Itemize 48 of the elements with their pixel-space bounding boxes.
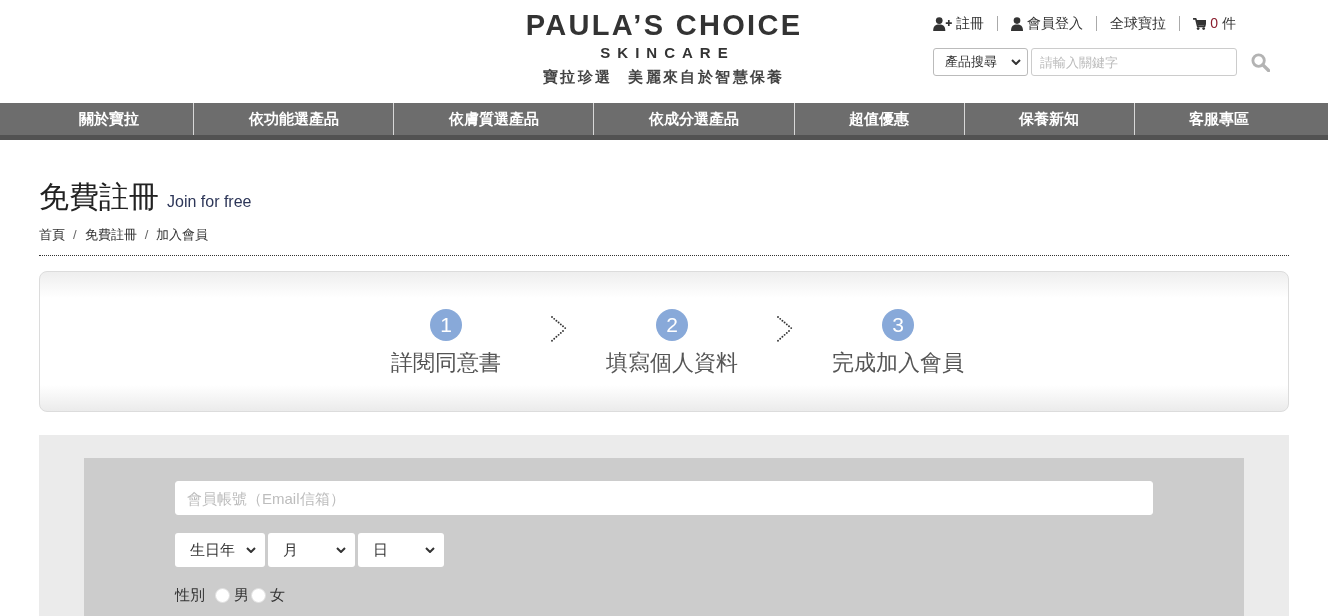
dotted-chevron-icon xyxy=(777,316,793,342)
step-label: 詳閱同意書 xyxy=(391,350,501,376)
breadcrumb-link[interactable]: 加入會員 xyxy=(156,227,209,243)
radio-button[interactable] xyxy=(215,587,230,603)
breadcrumb-link[interactable]: 首頁 xyxy=(39,227,65,243)
caret-icon xyxy=(336,547,346,553)
register-link[interactable]: 註冊 xyxy=(933,16,998,31)
step-number-badge: 1 xyxy=(430,309,462,341)
step-label: 完成加入會員 xyxy=(832,350,964,376)
user-plus-icon xyxy=(933,16,953,31)
dotted-chevron-icon xyxy=(551,316,567,342)
page-title: 免費註冊 xyxy=(39,179,159,215)
logo-subtitle: SKINCARE xyxy=(599,44,735,61)
category-select[interactable]: 產品搜尋 xyxy=(933,48,1029,76)
step-number-badge: 2 xyxy=(656,309,688,341)
day-select[interactable]: 日 xyxy=(358,533,444,567)
nav-item[interactable]: 依功能選產品 xyxy=(193,103,394,135)
email-field[interactable]: 會員帳號（Email信箱） xyxy=(175,481,1153,515)
logo-tagline: 寶拉珍選 美麗來自於智慧保養 xyxy=(543,68,785,86)
nav-item[interactable]: 客服專區 xyxy=(1133,103,1304,135)
month-select[interactable]: 月 xyxy=(268,533,355,567)
nav-item[interactable]: 保養新知 xyxy=(963,103,1134,135)
user-icon xyxy=(1011,16,1024,31)
breadcrumb-separator: / xyxy=(144,227,149,243)
radio-button[interactable] xyxy=(251,587,266,603)
nav-item[interactable]: 依膚質選產品 xyxy=(393,103,594,135)
caret-icon xyxy=(425,547,435,553)
cart-icon xyxy=(1193,17,1207,30)
search-icon[interactable] xyxy=(1251,52,1271,72)
cart-link[interactable]: 0 件 xyxy=(1179,16,1250,31)
gender-option-label[interactable]: 女 xyxy=(270,586,285,604)
nav-item[interactable]: 關於寶拉 xyxy=(24,103,194,135)
breadcrumb-link[interactable]: 免費註冊 xyxy=(84,227,137,243)
step-number-badge: 3 xyxy=(882,309,914,341)
caret-icon xyxy=(1011,59,1022,65)
breadcrumb-separator: / xyxy=(73,227,77,243)
step-label: 填寫個人資料 xyxy=(606,350,738,376)
nav-item[interactable]: 超值優惠 xyxy=(793,103,964,135)
login-link[interactable]: 會員登入 xyxy=(997,16,1097,31)
caret-icon xyxy=(246,547,256,553)
keyword-search-field[interactable]: 請輸入關鍵字 xyxy=(1031,48,1238,76)
gender-option-label[interactable]: 男 xyxy=(234,586,249,604)
nav-item[interactable]: 依成分選產品 xyxy=(593,103,794,135)
gender-label: 性別 xyxy=(175,586,205,604)
year-select[interactable]: 生日年 xyxy=(175,533,265,567)
brand-logo[interactable]: PAULA’S CHOICE xyxy=(525,10,803,40)
page-subtitle: Join for free xyxy=(167,193,252,211)
global-site-link[interactable]: 全球寶拉 xyxy=(1096,16,1180,31)
